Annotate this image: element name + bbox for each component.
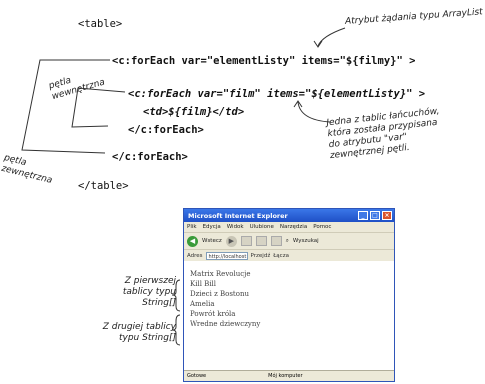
address-label: Adres bbox=[187, 253, 203, 259]
close-button[interactable]: × bbox=[382, 211, 392, 220]
refresh-icon[interactable] bbox=[255, 236, 267, 246]
maximize-button[interactable]: □ bbox=[370, 211, 380, 220]
page-content: Matrix Revolucje Kill Bill Dzieci z Bost… bbox=[184, 261, 394, 369]
code-table-close: </table> bbox=[78, 180, 129, 192]
ie-toolbar: ◀ Wstecz ▶ ⌕ Wyszukaj bbox=[184, 233, 394, 250]
status-text: Gotowe bbox=[187, 373, 207, 379]
back-icon[interactable]: ◀ bbox=[187, 235, 198, 247]
code-outer-end: </c:forEach> bbox=[112, 151, 188, 163]
ie-statusbar: Gotowe Mój komputer bbox=[184, 370, 394, 381]
menu-file[interactable]: Plik bbox=[187, 224, 197, 230]
minimize-button[interactable]: _ bbox=[358, 211, 368, 220]
list-item: Dzieci z Bostonu bbox=[190, 290, 249, 298]
status-zone: Mój komputer bbox=[268, 373, 303, 379]
back-label[interactable]: Wstecz bbox=[202, 238, 222, 244]
address-input[interactable]: http://localhost bbox=[205, 252, 248, 260]
forward-icon[interactable]: ▶ bbox=[225, 235, 237, 247]
menu-help[interactable]: Pomoc bbox=[313, 224, 331, 230]
code-inner-end: </c:forEach> bbox=[128, 124, 204, 136]
list-item: Powrót króla bbox=[190, 310, 236, 318]
code-table-open: <table> bbox=[78, 18, 123, 30]
menu-tools[interactable]: Narzędzia bbox=[280, 224, 307, 230]
links-label[interactable]: Łącza bbox=[273, 253, 289, 259]
ie-titlebar: Microsoft Internet Explorer _ □ × bbox=[184, 209, 394, 222]
code-inner-foreach: <c:forEach var="film" items="${elementLi… bbox=[128, 88, 426, 100]
ie-window: Microsoft Internet Explorer _ □ × Plik E… bbox=[183, 208, 395, 382]
search-icon[interactable]: ⌕ bbox=[286, 238, 289, 245]
search-label[interactable]: Wyszukaj bbox=[293, 238, 319, 244]
go-label[interactable]: Przejdź bbox=[251, 253, 271, 259]
stop-icon[interactable] bbox=[240, 236, 252, 246]
code-outer-foreach: <c:forEach var="elementListy" items="${f… bbox=[112, 55, 416, 67]
list-item: Wredne dziewczyny bbox=[190, 320, 261, 328]
code-td: <td>${film}</td> bbox=[143, 106, 245, 118]
note-first-array: Z pierwszej tablicy typu String[] bbox=[122, 276, 176, 308]
home-icon[interactable] bbox=[270, 236, 282, 246]
menu-view[interactable]: Widok bbox=[227, 224, 244, 230]
list-item: Amelia bbox=[190, 300, 215, 308]
list-item: Kill Bill bbox=[190, 280, 217, 288]
ie-menubar: Plik Edycja Widok Ulubione Narzędzia Pom… bbox=[184, 222, 394, 233]
ie-title: Microsoft Internet Explorer bbox=[188, 211, 288, 220]
menu-favorites[interactable]: Ulubione bbox=[250, 224, 274, 230]
list-item: Matrix Revolucje bbox=[190, 270, 251, 278]
note-second-array: Z drugiej tablicy typu String[] bbox=[102, 322, 176, 343]
menu-edit[interactable]: Edycja bbox=[203, 224, 221, 230]
